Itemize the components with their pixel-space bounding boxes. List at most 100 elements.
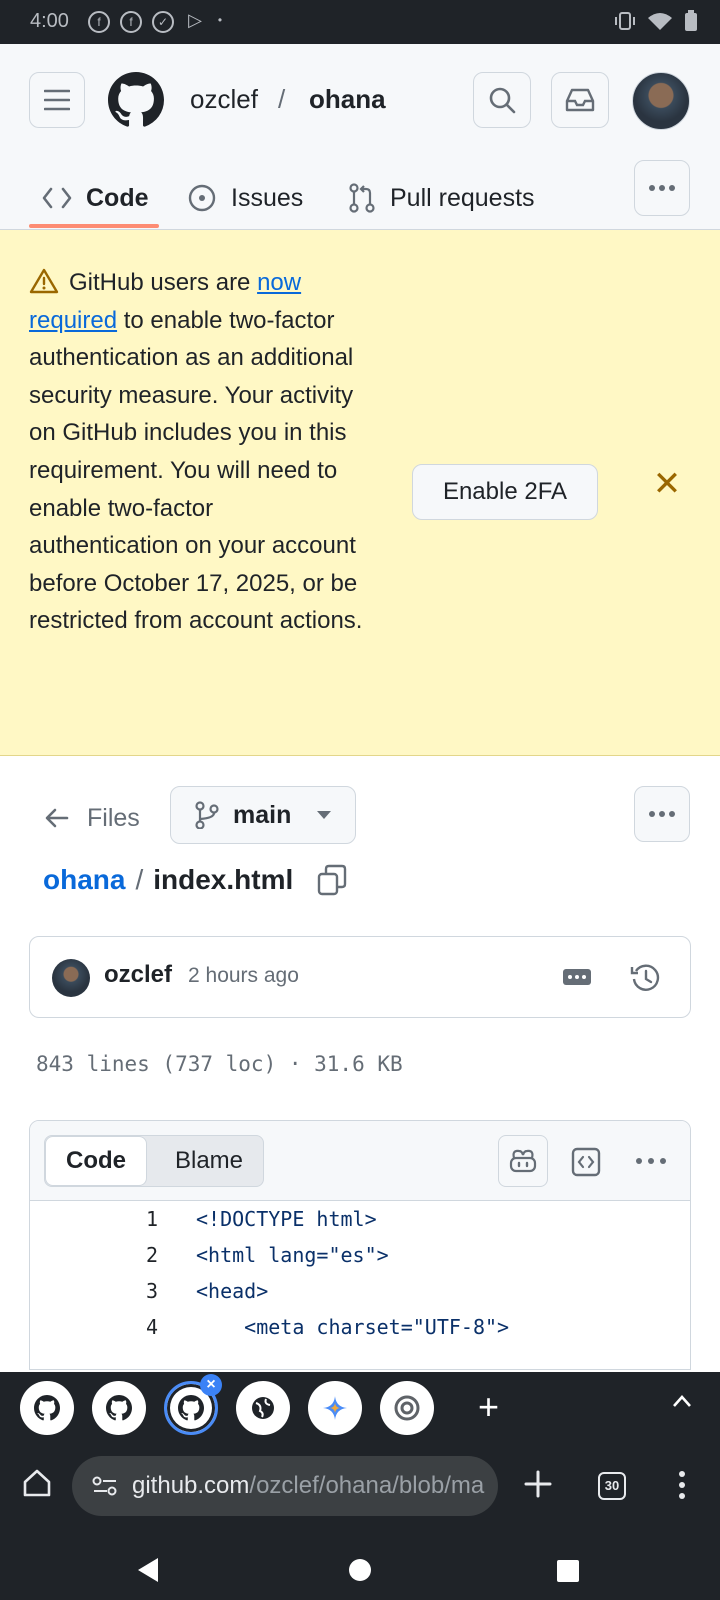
git-branch-icon (195, 801, 219, 829)
enable-2fa-button[interactable]: Enable 2FA (412, 464, 598, 520)
line-number[interactable]: 3 (30, 1273, 158, 1309)
line-source: <!DOCTYPE html> (196, 1207, 377, 1231)
commit-time: 2 hours ago (188, 964, 299, 987)
notification-icons: f f ✓ ▷ • (88, 11, 224, 33)
github-icon (106, 1395, 132, 1421)
files-back-button[interactable]: Files (45, 790, 140, 846)
code-lines: 1 <!DOCTYPE html> 2 <html lang="es"> 3 <… (30, 1201, 690, 1345)
line-number[interactable]: 4 (30, 1309, 158, 1345)
close-tab-icon[interactable]: × (200, 1374, 222, 1396)
user-avatar[interactable] (632, 72, 690, 130)
more-tabs-button[interactable] (634, 160, 690, 216)
code-square-icon[interactable] (571, 1147, 601, 1177)
tab-issues-label: Issues (231, 183, 304, 212)
breadcrumb: ohana / index.html (43, 864, 347, 896)
tab-switcher-button[interactable]: 30 (598, 1472, 626, 1500)
repo-name-link[interactable]: ohana (309, 84, 386, 115)
view-mode-toggle: Code Blame (44, 1135, 264, 1187)
chrome-icon (394, 1395, 420, 1421)
kebab-horizontal-icon[interactable] (635, 1157, 667, 1165)
caret-down-icon (317, 811, 332, 819)
browser-tab-chrome[interactable] (380, 1381, 434, 1435)
browser-tab-github[interactable] (92, 1381, 146, 1435)
copy-icon[interactable] (317, 864, 347, 896)
line-number[interactable]: 2 (30, 1237, 158, 1273)
status-time: 4:00 (30, 10, 69, 32)
branch-selector[interactable]: main (170, 786, 356, 844)
repo-owner-link[interactable]: ozclef (190, 84, 258, 115)
search-button[interactable] (473, 72, 531, 128)
copilot-button[interactable] (498, 1135, 548, 1187)
breadcrumb-repo-link[interactable]: ohana (43, 864, 125, 896)
file-info: 843 lines (737 loc) · 31.6 KB (36, 1052, 403, 1076)
line-number[interactable]: 1 (30, 1201, 158, 1237)
facebook-icon: f (88, 11, 110, 33)
kebab-horizontal-icon (649, 811, 675, 817)
banner-text-before: GitHub users are (69, 269, 258, 296)
banner-message: GitHub users are now required to enable … (29, 264, 369, 640)
plus-icon[interactable] (524, 1470, 552, 1498)
inbox-icon (565, 88, 595, 112)
active-tab-indicator (29, 224, 159, 228)
browser-tab-globe[interactable] (236, 1381, 290, 1435)
line-source: <head> (196, 1279, 269, 1303)
files-label: Files (87, 803, 140, 832)
close-icon[interactable]: ✕ (652, 464, 682, 504)
battery-icon (685, 10, 697, 31)
gemini-sparkle-icon (323, 1396, 347, 1420)
tab-pull-requests-label: Pull requests (390, 183, 535, 212)
history-icon[interactable] (630, 962, 662, 994)
code-viewer-toolbar: Code Blame (30, 1121, 690, 1201)
browser-tab-github[interactable] (20, 1381, 74, 1435)
menu-button[interactable] (29, 72, 85, 128)
globe-icon (252, 1397, 274, 1419)
recents-icon[interactable] (556, 1559, 580, 1583)
address-bar[interactable]: github.com/ozclef/ohana/blob/ma (72, 1456, 498, 1516)
hamburger-icon (44, 89, 70, 111)
file-name: index.html (153, 864, 294, 895)
home-icon[interactable] (22, 1468, 52, 1498)
home-circle-icon[interactable] (348, 1558, 372, 1582)
vibrate-icon (615, 12, 635, 30)
new-tab-button[interactable]: + (478, 1386, 499, 1428)
ellipsis-icon[interactable] (562, 967, 592, 987)
repo-path-separator: / (278, 84, 286, 114)
arrow-left-icon (45, 808, 69, 828)
commit-author[interactable]: ozclef (104, 961, 172, 989)
play-icon: ▷ (188, 10, 202, 30)
code-line[interactable]: 4 <meta charset="UTF-8"> (30, 1309, 690, 1345)
back-icon[interactable] (136, 1556, 160, 1584)
code-icon (42, 187, 72, 209)
system-navigation-bar (0, 1542, 720, 1600)
tab-code-label: Code (86, 183, 149, 212)
chevron-up-icon[interactable] (672, 1394, 692, 1408)
repo-header: ozclef / ohana Code Issues Pull requests (0, 44, 720, 230)
dot-icon: • (217, 13, 223, 27)
system-icons (614, 10, 698, 32)
latest-commit: ozclef 2 hours ago (29, 936, 691, 1018)
code-line[interactable]: 2 <html lang="es"> (30, 1237, 690, 1273)
code-line[interactable]: 1 <!DOCTYPE html> (30, 1201, 690, 1237)
github-logo-icon[interactable] (108, 72, 164, 128)
breadcrumb-separator: / (135, 864, 144, 895)
branch-name: main (233, 800, 292, 829)
tab-pull-requests[interactable]: Pull requests (348, 168, 535, 228)
file-actions-button[interactable] (634, 786, 690, 842)
blame-view-button[interactable]: Blame (155, 1136, 263, 1186)
alert-icon (29, 264, 69, 302)
inbox-button[interactable] (551, 72, 609, 128)
code-view-button[interactable]: Code (45, 1136, 147, 1186)
tab-issues[interactable]: Issues (187, 168, 303, 228)
line-source: <meta charset="UTF-8"> (196, 1315, 510, 1339)
facebook-icon: f (120, 11, 142, 33)
kebab-vertical-icon[interactable] (678, 1470, 686, 1500)
two-factor-banner: GitHub users are now required to enable … (0, 230, 720, 756)
browser-toolbar: github.com/ozclef/ohana/blob/ma 30 (0, 1442, 720, 1542)
commit-author-avatar[interactable] (52, 959, 90, 997)
code-line[interactable]: 3 <head> (30, 1273, 690, 1309)
browser-tab-gemini[interactable] (308, 1381, 362, 1435)
code-viewer: Code Blame 1 <!DOCTYPE html> 2 <html lan… (29, 1120, 691, 1370)
banner-text-after: to enable two-factor authentication as a… (29, 306, 363, 635)
line-source: <html lang="es"> (196, 1243, 389, 1267)
tab-code[interactable]: Code (42, 168, 149, 228)
